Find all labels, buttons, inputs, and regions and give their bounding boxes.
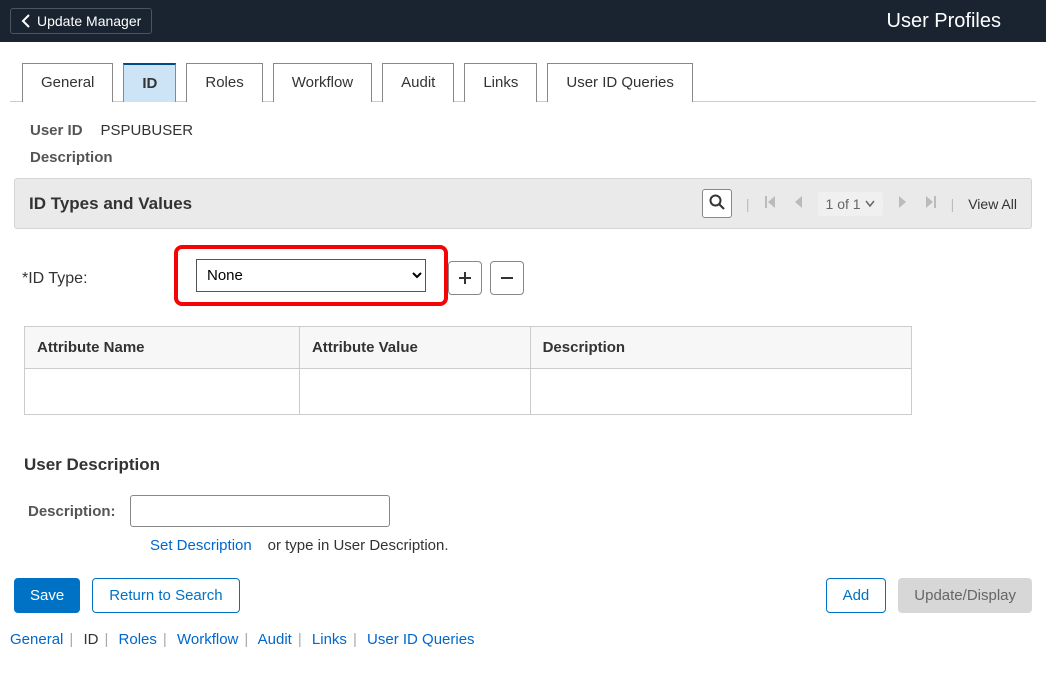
first-row-button[interactable] [764, 195, 778, 212]
tab-general[interactable]: General [22, 63, 113, 102]
tab-audit[interactable]: Audit [382, 63, 454, 102]
attribute-table: Attribute Name Attribute Value Descripti… [24, 326, 912, 415]
column-header-attribute-name: Attribute Name [25, 327, 300, 369]
user-id-value: PSPUBUSER [101, 122, 194, 139]
footer-link-general[interactable]: General [10, 631, 63, 648]
user-id-label: User ID [30, 122, 83, 139]
separator: | [746, 196, 750, 212]
column-header-description: Description [530, 327, 911, 369]
tab-strip: General ID Roles Workflow Audit Links Us… [10, 62, 1036, 102]
chevron-down-icon [865, 200, 875, 208]
view-all-link[interactable]: View All [968, 196, 1017, 212]
scroll-header-title: ID Types and Values [29, 194, 192, 214]
tab-id[interactable]: ID [123, 63, 176, 102]
footer-link-links[interactable]: Links [312, 631, 347, 648]
description-field-label: Description: [28, 503, 116, 520]
plus-icon [457, 270, 473, 286]
chevron-left-icon [21, 14, 31, 28]
add-row-button[interactable] [448, 261, 482, 295]
find-button[interactable] [702, 189, 732, 218]
tab-userid-queries[interactable]: User ID Queries [547, 63, 693, 102]
back-label: Update Manager [37, 13, 141, 29]
prev-icon [792, 195, 804, 209]
prev-row-button[interactable] [792, 195, 804, 212]
tab-links[interactable]: Links [464, 63, 537, 102]
footer-link-userid-queries[interactable]: User ID Queries [367, 631, 475, 648]
next-icon [897, 195, 909, 209]
save-button[interactable]: Save [14, 578, 80, 613]
description-input[interactable] [130, 495, 390, 527]
page-title: User Profiles [887, 10, 1001, 33]
footer-links: General| ID| Roles| Workflow| Audit| Lin… [10, 631, 1032, 648]
highlight-annotation: None [174, 245, 448, 306]
table-row [25, 369, 912, 415]
search-icon [709, 194, 725, 210]
cell-attribute-name [25, 369, 300, 415]
id-type-select[interactable]: None [196, 259, 426, 292]
footer-link-audit[interactable]: Audit [258, 631, 292, 648]
page-selector[interactable]: 1 of 1 [818, 192, 883, 216]
description-label: Description [10, 149, 1036, 166]
scroll-header: ID Types and Values | 1 of 1 | [14, 178, 1032, 229]
tab-workflow[interactable]: Workflow [273, 63, 372, 102]
footer-link-roles[interactable]: Roles [119, 631, 157, 648]
cell-attribute-value [299, 369, 530, 415]
set-description-link[interactable]: Set Description [150, 537, 252, 554]
update-display-button[interactable]: Update/Display [898, 578, 1032, 613]
minus-icon [499, 270, 515, 286]
tab-roles[interactable]: Roles [186, 63, 262, 102]
footer-link-workflow[interactable]: Workflow [177, 631, 238, 648]
first-icon [764, 195, 778, 209]
next-row-button[interactable] [897, 195, 909, 212]
separator: | [951, 196, 955, 212]
last-icon [923, 195, 937, 209]
delete-row-button[interactable] [490, 261, 524, 295]
back-button[interactable]: Update Manager [10, 8, 152, 34]
column-header-attribute-value: Attribute Value [299, 327, 530, 369]
user-description-heading: User Description [24, 455, 1036, 475]
top-bar: Update Manager User Profiles [0, 0, 1046, 42]
add-button[interactable]: Add [826, 578, 887, 613]
or-type-text: or type in User Description. [268, 537, 449, 554]
page-text: 1 of 1 [826, 196, 861, 212]
id-type-label: *ID Type: [22, 270, 88, 288]
cell-description [530, 369, 911, 415]
footer-link-id: ID [83, 631, 98, 648]
last-row-button[interactable] [923, 195, 937, 212]
return-to-search-button[interactable]: Return to Search [92, 578, 239, 613]
